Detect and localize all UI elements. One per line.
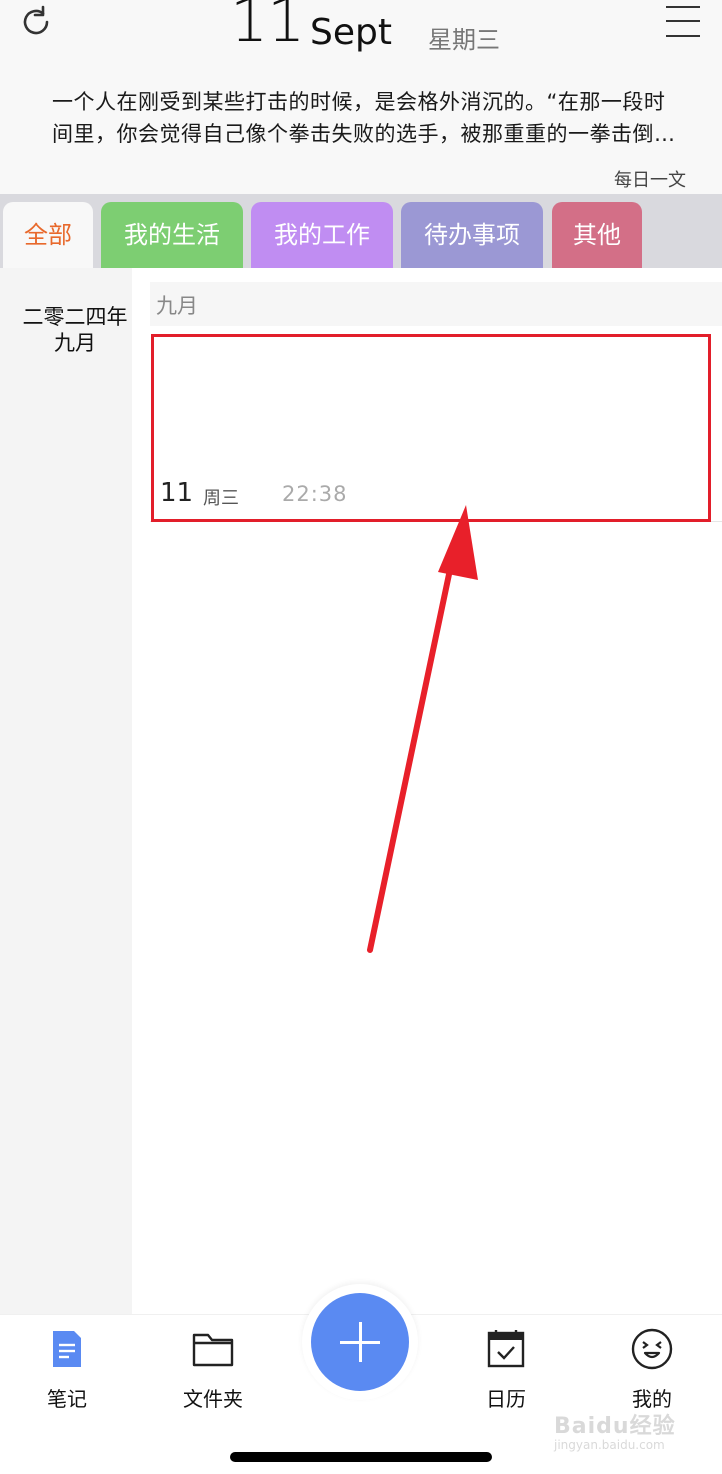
nav-notes[interactable]: 笔记 <box>7 1315 127 1425</box>
note-icon <box>53 1331 81 1367</box>
month-section-title: 九月 <box>156 294 198 318</box>
month-section-header: 九月 <box>150 282 722 326</box>
refresh-icon[interactable] <box>16 2 56 42</box>
nav-folders[interactable]: 文件夹 <box>153 1315 273 1425</box>
quote-line: 间里，你会觉得自己像个拳击失败的选手，被那重重的一拳击倒… <box>52 122 676 146</box>
calendar-icon <box>487 1330 525 1368</box>
timeline-date-label: 二零二四年 九月 <box>0 304 150 356</box>
date-day: 11 <box>230 0 305 56</box>
tab-my-life[interactable]: 我的生活 <box>101 202 243 268</box>
daily-article-link[interactable]: 每日一文 <box>614 166 686 192</box>
category-tabs: 全部 我的生活 我的工作 待办事项 其他 <box>0 194 722 268</box>
folder-icon <box>192 1333 234 1367</box>
menu-icon[interactable] <box>664 2 702 40</box>
home-indicator[interactable] <box>230 1452 492 1462</box>
timeline-sidebar <box>0 268 132 1314</box>
timeline-month: 九月 <box>54 331 96 355</box>
add-note-button[interactable] <box>311 1293 409 1391</box>
daily-quote[interactable]: 一个人在刚受到某些打击的时候，是会格外消沉的。“在那一段时 间里，你会觉得自己像… <box>52 86 692 150</box>
quote-line: 一个人在刚受到某些打击的时候，是会格外消沉的。“在那一段时 <box>52 90 666 114</box>
tab-todo[interactable]: 待办事项 <box>401 202 543 268</box>
watermark-sub: jingyan.baidu.com <box>554 1438 665 1452</box>
header: 11 Sept 星期三 一个人在刚受到某些打击的时候，是会格外消沉的。“在那一段… <box>0 0 722 194</box>
date-weekday: 星期三 <box>428 26 500 54</box>
nav-calendar-label: 日历 <box>486 1387 526 1411</box>
annotation-highlight-box <box>151 334 711 522</box>
timeline-year: 二零二四年 <box>22 305 128 329</box>
face-icon <box>631 1328 673 1370</box>
tab-other[interactable]: 其他 <box>552 202 642 268</box>
date-month: Sept <box>310 12 392 53</box>
nav-calendar[interactable]: 日历 <box>446 1315 566 1425</box>
tab-all[interactable]: 全部 <box>3 202 93 268</box>
nav-notes-label: 笔记 <box>47 1387 87 1411</box>
tab-my-work[interactable]: 我的工作 <box>251 202 393 268</box>
baidu-watermark: Baidu经验 jingyan.baidu.com <box>554 1408 704 1464</box>
nav-folders-label: 文件夹 <box>183 1387 243 1411</box>
watermark-main: Baidu经验 <box>554 1414 676 1439</box>
